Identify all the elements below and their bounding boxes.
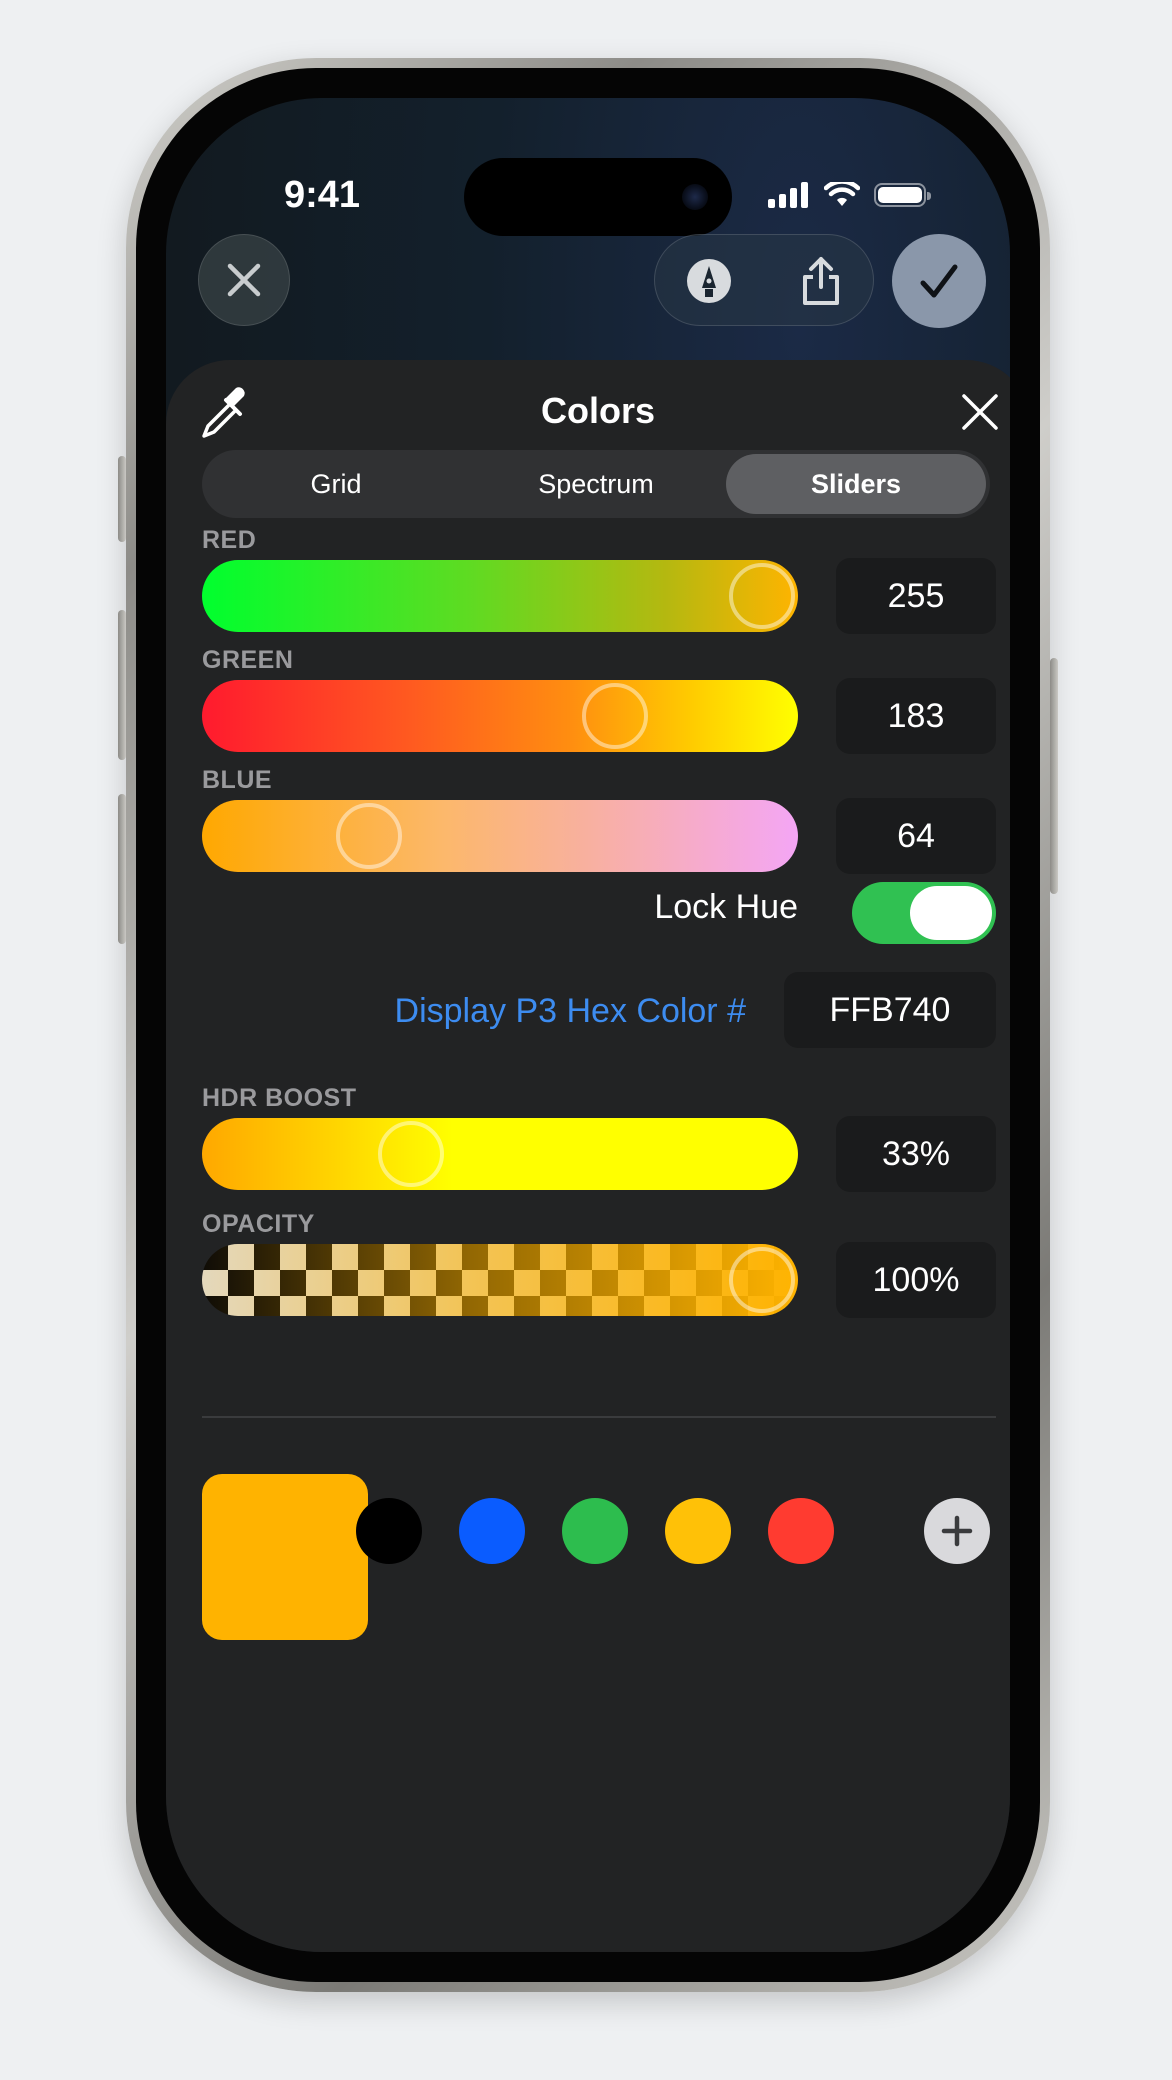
action-button bbox=[118, 456, 126, 542]
sheet-title: Colors bbox=[540, 390, 655, 431]
opacity-slider-thumb[interactable] bbox=[729, 1247, 795, 1313]
phone-bezel: 9:41 Colors Grid Spectrum Sliders RED 25… bbox=[136, 68, 1040, 1982]
tab-grid[interactable]: Grid bbox=[206, 454, 466, 514]
current-color-swatch bbox=[202, 1474, 368, 1640]
front-camera-icon bbox=[682, 184, 708, 210]
red-label: RED bbox=[202, 526, 257, 554]
blue-label: BLUE bbox=[202, 766, 273, 794]
hdr-boost-value-field[interactable]: 33% bbox=[836, 1116, 996, 1192]
tab-sliders[interactable]: Sliders bbox=[726, 454, 986, 514]
pen-tip-icon bbox=[687, 259, 731, 303]
opacity-slider[interactable] bbox=[202, 1244, 798, 1316]
share-icon bbox=[803, 257, 839, 305]
blue-slider[interactable] bbox=[202, 800, 798, 872]
lock-hue-label: Lock Hue bbox=[654, 888, 798, 926]
picker-mode-tabs: Grid Spectrum Sliders bbox=[202, 450, 990, 518]
hdr-boost-label: HDR BOOST bbox=[202, 1084, 357, 1112]
wifi-icon bbox=[824, 182, 860, 206]
battery-icon bbox=[874, 183, 931, 207]
tab-spectrum[interactable]: Spectrum bbox=[466, 454, 726, 514]
power-button bbox=[1050, 658, 1058, 894]
swatch-red[interactable] bbox=[768, 1498, 834, 1564]
hdr-boost-slider-thumb[interactable] bbox=[377, 1121, 444, 1187]
markup-button[interactable] bbox=[663, 235, 755, 327]
share-button[interactable] bbox=[775, 235, 867, 327]
red-slider[interactable] bbox=[202, 560, 798, 632]
lock-hue-toggle[interactable] bbox=[852, 882, 996, 944]
opacity-label: OPACITY bbox=[202, 1210, 315, 1238]
swatch-green[interactable] bbox=[562, 1498, 628, 1564]
blue-slider-thumb[interactable] bbox=[336, 803, 402, 869]
add-swatch-button[interactable] bbox=[924, 1498, 990, 1564]
volume-up-button bbox=[118, 610, 126, 760]
toolbar-actions bbox=[654, 234, 874, 326]
done-button[interactable] bbox=[892, 234, 986, 328]
cellular-signal-icon bbox=[768, 182, 808, 208]
plus-icon bbox=[941, 1515, 973, 1547]
status-icons bbox=[768, 182, 931, 208]
status-time: 9:41 bbox=[284, 174, 361, 216]
toggle-knob bbox=[910, 886, 992, 940]
close-icon bbox=[962, 394, 998, 430]
swatch-yellow[interactable] bbox=[665, 1498, 731, 1564]
hex-color-field[interactable]: FFB740 bbox=[784, 972, 996, 1048]
divider bbox=[202, 1416, 996, 1418]
sheet-close-button[interactable] bbox=[952, 384, 1008, 440]
close-icon bbox=[227, 263, 261, 297]
toolbar-close-button[interactable] bbox=[198, 234, 290, 326]
colors-sheet: Colors Grid Spectrum Sliders RED 255 GRE… bbox=[166, 360, 1010, 1952]
green-value-field[interactable]: 183 bbox=[836, 678, 996, 754]
green-slider[interactable] bbox=[202, 680, 798, 752]
dynamic-island bbox=[464, 158, 732, 236]
red-slider-thumb[interactable] bbox=[729, 563, 795, 629]
swatch-black[interactable] bbox=[356, 1498, 422, 1564]
blue-value-field[interactable]: 64 bbox=[836, 798, 996, 874]
phone-frame: 9:41 Colors Grid Spectrum Sliders RED 25… bbox=[118, 58, 1058, 1992]
green-label: GREEN bbox=[202, 646, 294, 674]
screen: 9:41 Colors Grid Spectrum Sliders RED 25… bbox=[166, 98, 1010, 1952]
opacity-value-field[interactable]: 100% bbox=[836, 1242, 996, 1318]
hdr-boost-slider[interactable] bbox=[202, 1118, 798, 1190]
red-value-field[interactable]: 255 bbox=[836, 558, 996, 634]
green-slider-thumb[interactable] bbox=[582, 683, 649, 749]
volume-down-button bbox=[118, 794, 126, 944]
hex-color-label[interactable]: Display P3 Hex Color # bbox=[286, 992, 746, 1031]
swatch-blue[interactable] bbox=[459, 1498, 525, 1564]
checkmark-icon bbox=[920, 264, 958, 298]
